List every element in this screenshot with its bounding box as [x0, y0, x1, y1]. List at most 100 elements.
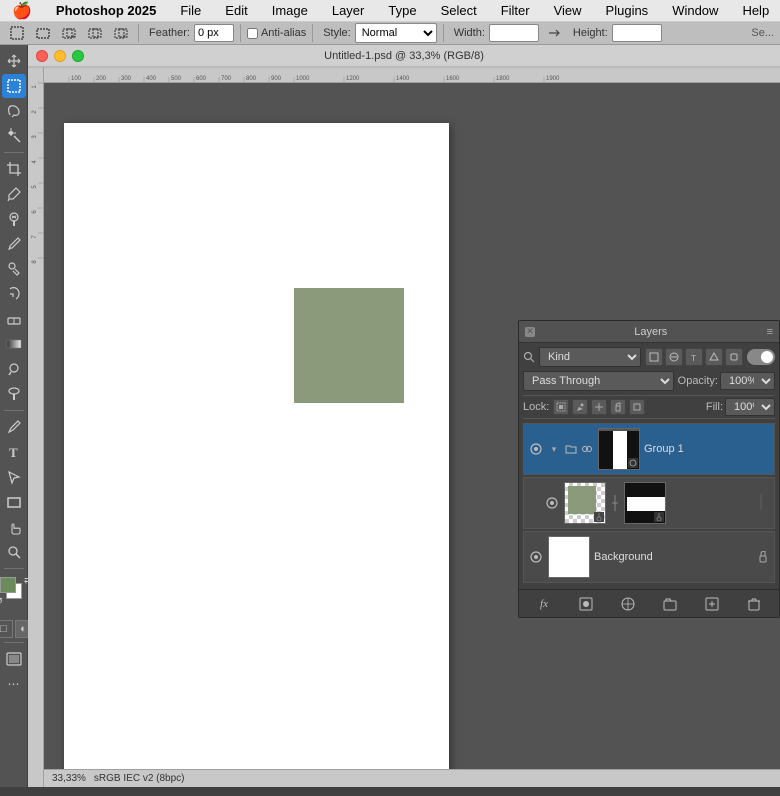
layers-group-button[interactable]	[660, 594, 680, 614]
tool-type[interactable]: T	[2, 440, 26, 464]
tool-dodge[interactable]	[2, 382, 26, 406]
layers-panel-close-button[interactable]: ✕	[525, 327, 535, 337]
layer-row-group1[interactable]: ▾	[523, 423, 775, 475]
feather-input[interactable]	[194, 24, 234, 42]
lock-artboard2-icon[interactable]	[629, 399, 645, 415]
width-input[interactable]	[489, 24, 539, 42]
tool-zoom[interactable]	[2, 540, 26, 564]
reset-colors-icon[interactable]: ↺	[0, 596, 3, 607]
filter-kind-select[interactable]: Kind Name Effect	[539, 347, 641, 367]
tool-lasso[interactable]	[2, 99, 26, 123]
tool-path-select[interactable]	[2, 465, 26, 489]
file-menu[interactable]: File	[176, 1, 205, 20]
layers-panel-menu-icon[interactable]: ≡	[767, 326, 773, 338]
tool-gradient[interactable]	[2, 332, 26, 356]
select-menu[interactable]: Select	[437, 1, 481, 20]
height-input[interactable]	[612, 24, 662, 42]
window-close-button[interactable]	[36, 50, 48, 62]
layers-bottom-bar: fx	[519, 589, 779, 617]
apple-menu[interactable]: 🍎	[8, 0, 36, 23]
blend-mode-select[interactable]: Pass Through Normal Multiply Screen Over…	[523, 371, 674, 391]
filter-type-text-icon[interactable]: T	[685, 348, 703, 366]
filter-toggle[interactable]	[747, 349, 775, 365]
window-maximize-button[interactable]	[72, 50, 84, 62]
toolbar-add-icon[interactable]: +	[58, 22, 80, 44]
toolbar-subtract-icon[interactable]: -	[84, 22, 106, 44]
layer-row-background[interactable]: Background	[523, 531, 775, 583]
filter-pixel-icon[interactable]	[645, 348, 663, 366]
svg-text:1200: 1200	[346, 76, 360, 82]
tool-pen[interactable]	[2, 415, 26, 439]
tool-crop[interactable]	[2, 157, 26, 181]
tool-hand[interactable]	[2, 515, 26, 539]
layers-mask-button[interactable]	[576, 594, 596, 614]
tool-eyedropper[interactable]	[2, 182, 26, 206]
tool-extra[interactable]: ⋯	[2, 672, 26, 696]
toolbar-marquee-icon[interactable]	[32, 22, 54, 44]
layer-row-sublayer[interactable]	[523, 477, 775, 529]
tool-history-brush[interactable]	[2, 282, 26, 306]
style-select[interactable]: Normal Fixed Ratio Fixed Size	[355, 23, 437, 43]
view-menu[interactable]: View	[550, 1, 586, 20]
layer-link-icon[interactable]	[610, 495, 620, 511]
layer-menu[interactable]: Layer	[328, 1, 369, 20]
fill-input[interactable]: 100% 75%	[725, 398, 775, 416]
filter-adjustment-icon[interactable]	[665, 348, 683, 366]
svg-text:600: 600	[196, 76, 207, 82]
tool-brush[interactable]	[2, 232, 26, 256]
filter-shape-icon[interactable]	[705, 348, 723, 366]
standard-mode-icon[interactable]: □	[0, 620, 13, 638]
tool-move[interactable]	[2, 49, 26, 73]
app-name-menu[interactable]: Photoshop 2025	[52, 1, 160, 20]
foreground-color-swatch[interactable]	[0, 577, 16, 593]
opacity-input[interactable]: 100% 75% 50%	[720, 372, 775, 390]
window-menu[interactable]: Window	[668, 1, 722, 20]
tool-rectangle[interactable]	[2, 490, 26, 514]
tool-blur[interactable]	[2, 357, 26, 381]
tool-screen-mode[interactable]	[2, 647, 26, 671]
tool-magic-wand[interactable]	[2, 124, 26, 148]
antialias-checkbox[interactable]: Anti-alias	[247, 27, 306, 39]
plugins-menu[interactable]: Plugins	[602, 1, 653, 20]
tool-marquee[interactable]	[2, 74, 26, 98]
lock-image-icon[interactable]	[572, 399, 588, 415]
layers-new-layer-button[interactable]	[702, 594, 722, 614]
layers-panel-titlebar: ✕ Layers ≡	[519, 321, 779, 343]
filter-menu[interactable]: Filter	[497, 1, 534, 20]
main-content-area: T	[0, 45, 780, 787]
layer-visibility-sublayer[interactable]	[544, 495, 560, 511]
lock-position-icon[interactable]	[610, 399, 626, 415]
tool-eraser[interactable]	[2, 307, 26, 331]
select-label: Se...	[751, 27, 774, 39]
svg-text:T: T	[691, 354, 696, 362]
style-label: Style:	[323, 27, 351, 39]
mask-badge	[654, 512, 664, 522]
window-minimize-button[interactable]	[54, 50, 66, 62]
layer-expand-group1[interactable]: ▾	[548, 443, 560, 455]
svg-text:4: 4	[32, 160, 38, 164]
layer-visibility-background[interactable]	[528, 549, 544, 565]
lock-transparent-icon[interactable]	[553, 399, 569, 415]
filter-type-icons: T	[645, 348, 743, 366]
search-icon	[523, 351, 535, 363]
help-menu[interactable]: Help	[738, 1, 773, 20]
image-menu[interactable]: Image	[268, 1, 312, 20]
lock-artboard-icon[interactable]	[591, 399, 607, 415]
tool-spot-healing[interactable]	[2, 207, 26, 231]
layers-adjustment-button[interactable]	[618, 594, 638, 614]
layers-delete-button[interactable]	[744, 594, 764, 614]
filter-smart-icon[interactable]	[725, 348, 743, 366]
svg-text:2: 2	[32, 110, 38, 114]
type-menu[interactable]: Type	[384, 1, 420, 20]
group-thumbnail-badge	[628, 458, 638, 468]
edit-menu[interactable]: Edit	[221, 1, 251, 20]
color-mode-status: sRGB IEC v2 (8bpc)	[94, 773, 185, 784]
layer-visibility-group1[interactable]	[528, 441, 544, 457]
layers-fx-button[interactable]: fx	[534, 594, 554, 614]
toolbar-move-icon[interactable]	[6, 22, 28, 44]
tool-clone-stamp[interactable]	[2, 257, 26, 281]
toolbar-intersect-icon[interactable]: ×	[110, 22, 132, 44]
swap-icon[interactable]	[543, 22, 565, 44]
tools-sidebar: T	[0, 45, 28, 787]
layer-chain-icon	[580, 442, 594, 456]
